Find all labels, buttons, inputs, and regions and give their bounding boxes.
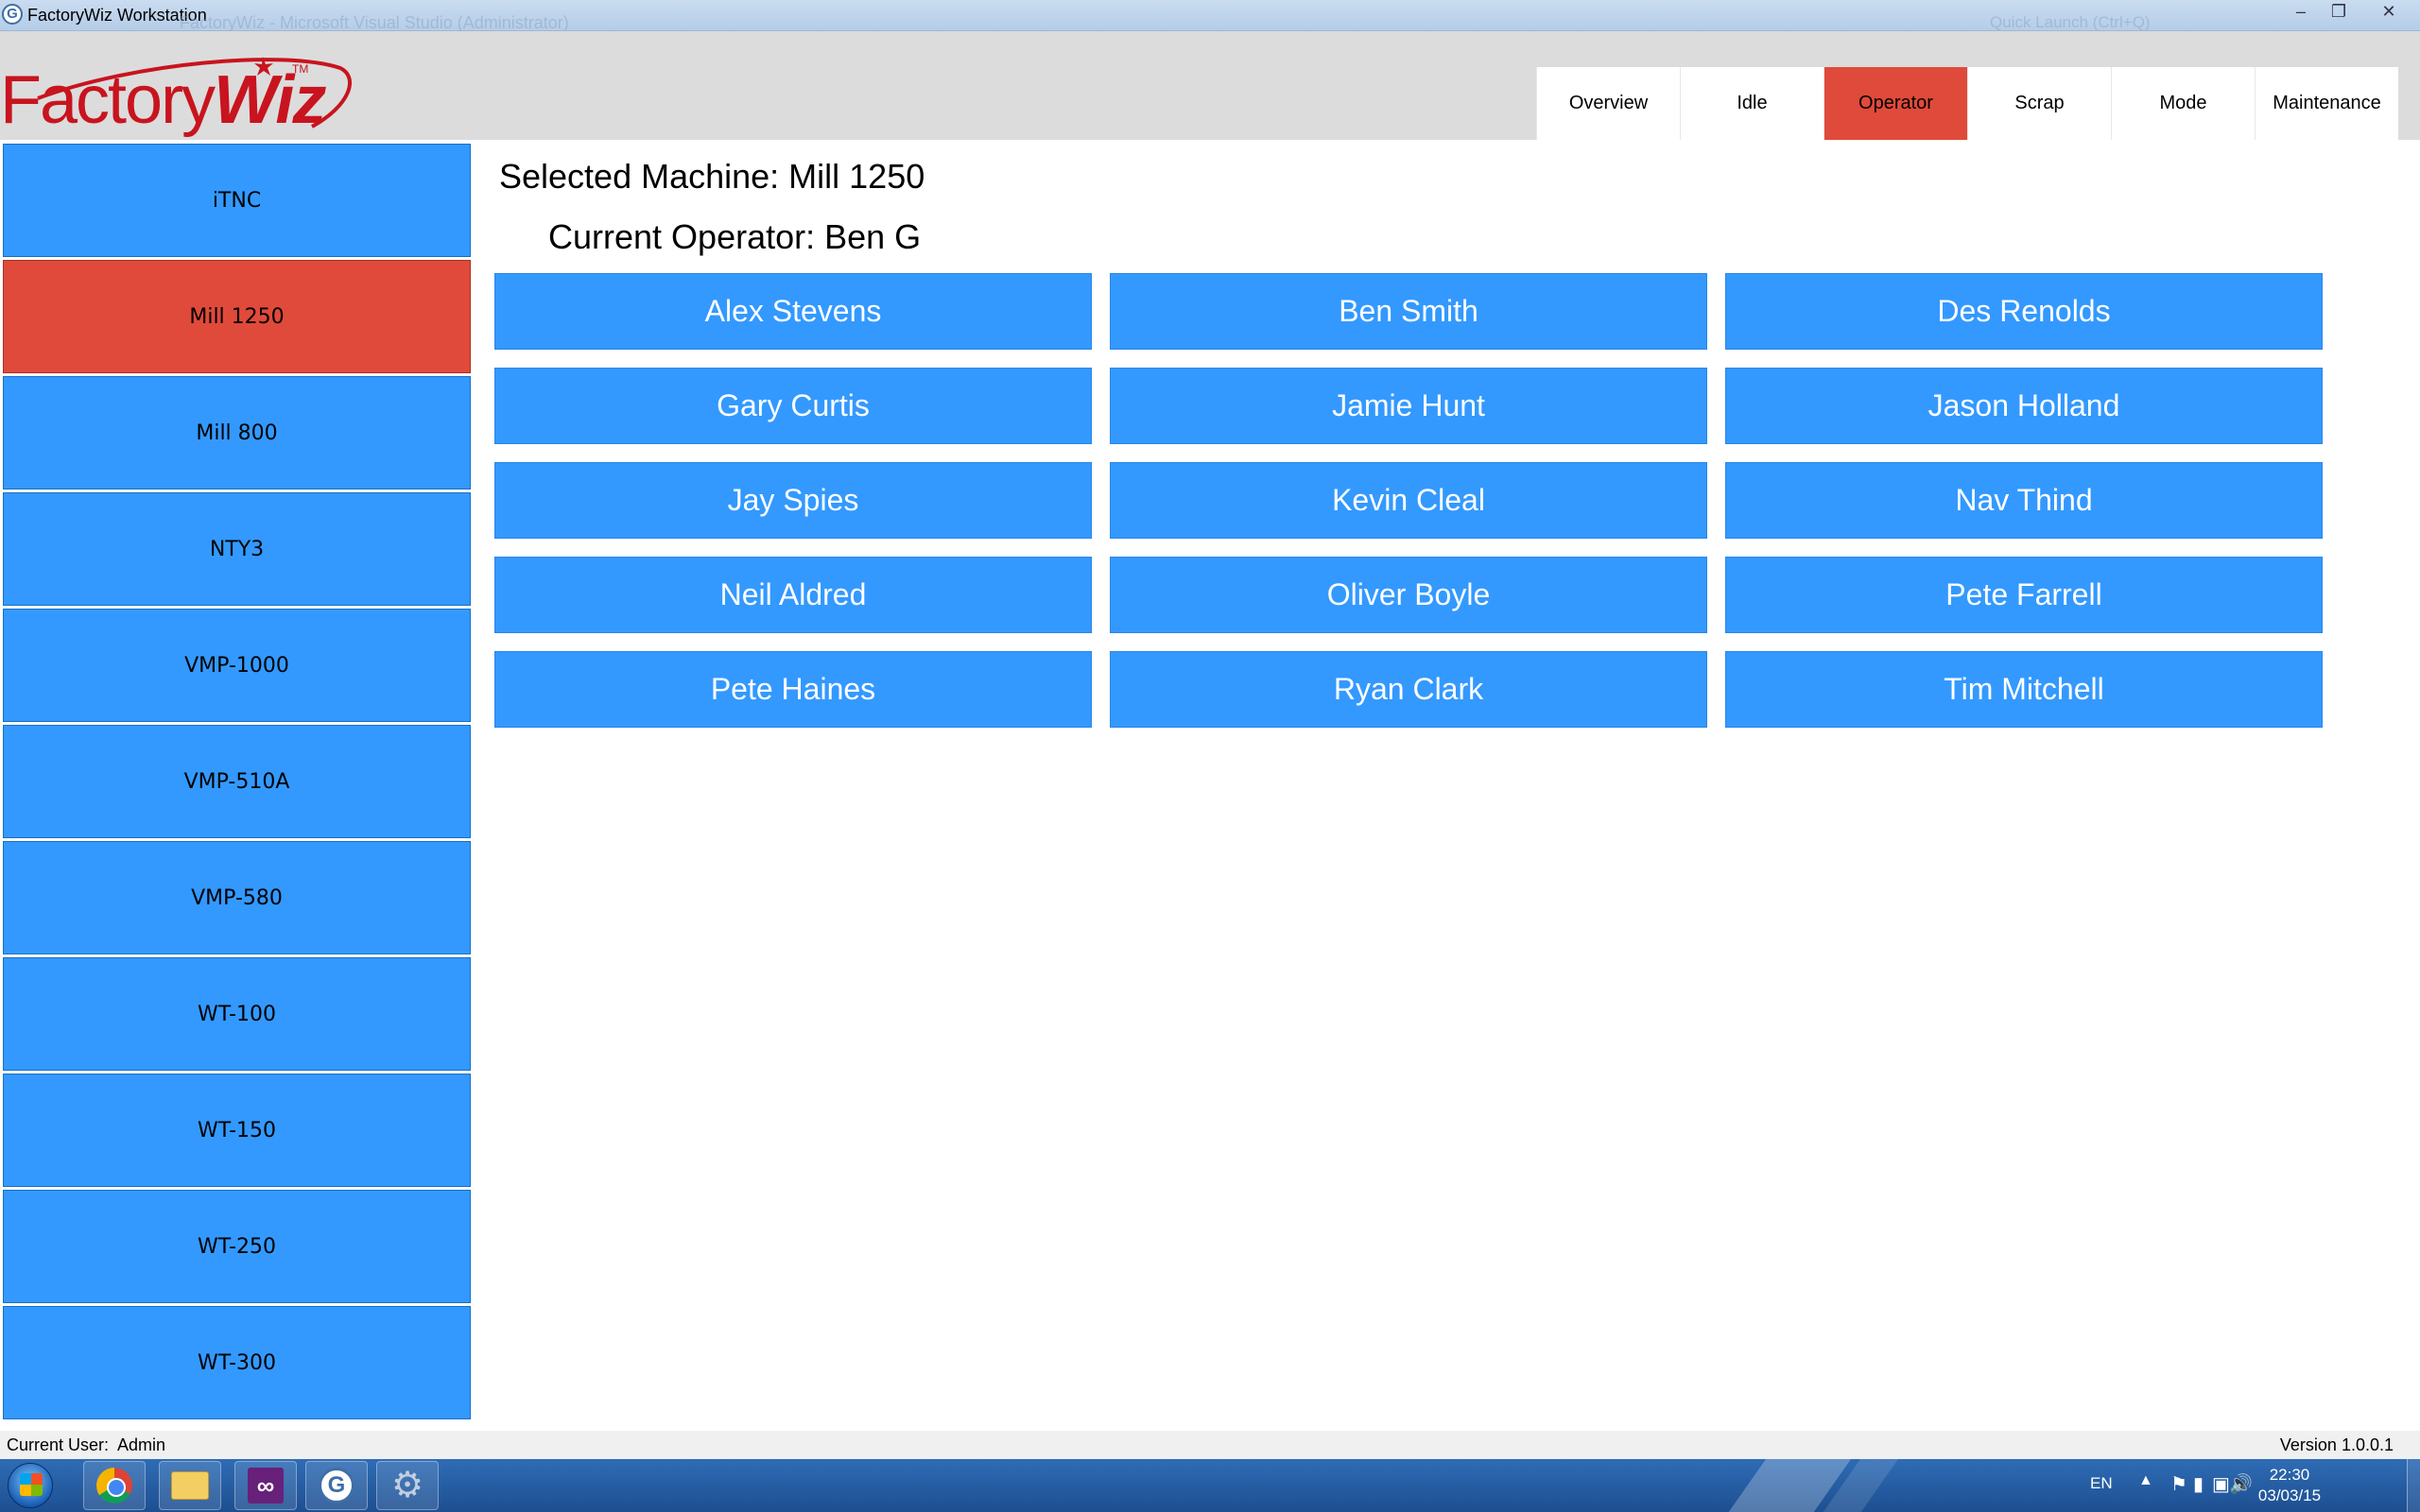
operator-button-oliver-boyle[interactable]: Oliver Boyle [1110, 557, 1707, 633]
operator-button-nav-thind[interactable]: Nav Thind [1725, 462, 2323, 539]
logo-text-factory: Factory [0, 62, 216, 138]
taskbar-settings-button[interactable]: ⚙ [376, 1461, 439, 1510]
selected-machine-label: Selected Machine: Mill 1250 [499, 157, 925, 196]
machine-button-itnc[interactable]: iTNC [3, 144, 471, 257]
clock[interactable]: 22:30 03/03/15 [2248, 1465, 2331, 1506]
window-controls: ‒ ❐ ✕ [2282, 0, 2420, 25]
taskbar-chrome-button[interactable] [83, 1461, 146, 1510]
taskbar-visual-studio-button[interactable]: ∞ [234, 1461, 297, 1510]
chrome-icon [96, 1468, 132, 1503]
operator-button-tim-mitchell[interactable]: Tim Mitchell [1725, 651, 2323, 728]
settings-gear-icon: ⚙ [390, 1466, 424, 1505]
tab-idle[interactable]: Idle [1680, 67, 1824, 140]
tab-overview[interactable]: Overview [1536, 67, 1680, 140]
windows-logo-icon [20, 1473, 43, 1496]
version-label: Version 1.0.0.1 [2279, 1435, 2394, 1454]
machine-button-vmp-510a[interactable]: VMP-510A [3, 725, 471, 838]
close-icon[interactable]: ✕ [2358, 0, 2420, 25]
tab-operator[interactable]: Operator [1824, 67, 1967, 140]
show-desktop-button[interactable] [2407, 1459, 2420, 1512]
current-operator-label: Current Operator: Ben G [548, 217, 922, 256]
network-icon[interactable]: ▣ [2212, 1472, 2230, 1496]
taskbar-factorywiz-button[interactable]: G [305, 1461, 368, 1510]
language-indicator[interactable]: EN [2090, 1474, 2113, 1493]
battery-icon[interactable]: ▮ [2193, 1472, 2204, 1496]
factorywiz-logo: FactoryWiz TM [0, 19, 359, 142]
action-center-flag-icon[interactable]: ⚑ [2170, 1472, 2187, 1496]
machine-button-wt-300[interactable]: WT-300 [3, 1306, 471, 1419]
machine-button-mill-800[interactable]: Mill 800 [3, 376, 471, 490]
logo-trademark: TM [292, 62, 309, 76]
maximize-icon[interactable]: ❐ [2320, 0, 2358, 25]
tab-maintenance[interactable]: Maintenance [2255, 67, 2398, 140]
machine-button-wt-250[interactable]: WT-250 [3, 1190, 471, 1303]
windows-taskbar: ∞ G ⚙ EN ▲ ⚑ ▮ ▣ 🔊 22:30 03/03/15 [0, 1459, 2420, 1512]
logo-wordmark: FactoryWiz [0, 61, 326, 139]
machine-list: iTNC Mill 1250 Mill 800 NTY3 VMP-1000 VMP-510… [3, 144, 471, 1422]
machine-button-wt-100[interactable]: WT-100 [3, 957, 471, 1071]
machine-button-wt-150[interactable]: WT-150 [3, 1074, 471, 1187]
machine-button-vmp-580[interactable]: VMP-580 [3, 841, 471, 954]
factorywiz-icon: G [319, 1468, 354, 1503]
machine-button-mill-1250[interactable]: Mill 1250 [3, 260, 471, 373]
window-title-bar: G FactoryWiz Workstation FactoryWiz - Mi… [0, 0, 2420, 32]
show-hidden-icons-icon[interactable]: ▲ [2138, 1472, 2153, 1489]
operator-button-alex-stevens[interactable]: Alex Stevens [494, 273, 1092, 350]
top-nav-tabs: Overview Idle Operator Scrap Mode Maintenance [1536, 67, 2398, 140]
background-quick-launch: Quick Launch (Ctrl+Q) [1990, 13, 2151, 31]
clock-date: 03/03/15 [2257, 1486, 2322, 1504]
machine-button-nty3[interactable]: NTY3 [3, 492, 471, 606]
clock-time: 22:30 [2269, 1466, 2310, 1484]
visual-studio-icon: ∞ [248, 1468, 284, 1503]
operator-button-jamie-hunt[interactable]: Jamie Hunt [1110, 368, 1707, 444]
status-bar: Current User: Admin Version 1.0.0.1 [0, 1431, 2420, 1459]
operator-button-ben-smith[interactable]: Ben Smith [1110, 273, 1707, 350]
operator-button-pete-haines[interactable]: Pete Haines [494, 651, 1092, 728]
operator-button-jason-holland[interactable]: Jason Holland [1725, 368, 2323, 444]
system-tray: EN ▲ ⚑ ▮ ▣ 🔊 22:30 03/03/15 [2080, 1459, 2420, 1512]
minimize-icon[interactable]: ‒ [2282, 0, 2320, 25]
folder-icon [171, 1471, 209, 1500]
machine-button-vmp-1000[interactable]: VMP-1000 [3, 609, 471, 722]
operator-grid: Alex Stevens Ben Smith Des Renolds Gary Cur… [494, 273, 2325, 728]
taskbar-explorer-button[interactable] [159, 1461, 221, 1510]
operator-button-pete-farrell[interactable]: Pete Farrell [1725, 557, 2323, 633]
operator-button-jay-spies[interactable]: Jay Spies [494, 462, 1092, 539]
operator-button-neil-aldred[interactable]: Neil Aldred [494, 557, 1092, 633]
tab-scrap[interactable]: Scrap [1967, 67, 2111, 140]
tab-mode[interactable]: Mode [2111, 67, 2255, 140]
operator-button-ryan-clark[interactable]: Ryan Clark [1110, 651, 1707, 728]
start-button-icon[interactable] [8, 1463, 53, 1508]
current-user-label: Current User: Admin [7, 1435, 166, 1454]
operator-button-kevin-cleal[interactable]: Kevin Cleal [1110, 462, 1707, 539]
operator-button-des-renolds[interactable]: Des Renolds [1725, 273, 2323, 350]
operator-button-gary-curtis[interactable]: Gary Curtis [494, 368, 1092, 444]
